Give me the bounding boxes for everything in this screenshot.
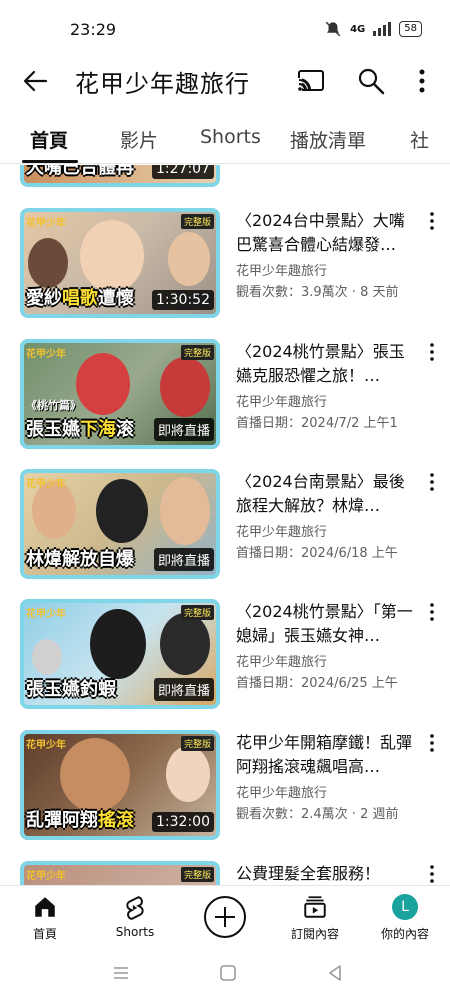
video-title[interactable]: 〈2024台南景點〉最後旅程大解放？林煒… — [236, 470, 414, 518]
battery-icon: 58 — [399, 21, 422, 37]
nav-shorts[interactable]: Shorts — [90, 892, 180, 939]
home-square-icon[interactable] — [219, 964, 237, 982]
video-thumbnail[interactable]: 花甲少年 林煒解放自爆 即將直播 — [20, 469, 220, 579]
video-stats: 觀看次數：3.9萬次 · 8 天前 — [236, 285, 399, 300]
video-title[interactable]: 公費理髮全套服務！ — [236, 862, 414, 885]
video-stats: 首播日期：2024/7/2 上午1 — [236, 416, 398, 431]
active-tab-indicator — [22, 160, 78, 163]
nav-you-label: 你的內容 — [380, 927, 429, 941]
channel-tabs: 首頁 影片 Shorts 播放清單 社 — [0, 118, 450, 164]
video-thumbnail[interactable]: 花甲少年 完整版 乱彈阿翔搖滾 1:32:00 — [20, 730, 220, 840]
bottom-navigation: 首頁 Shorts 訂閱內容 L 你的內容 — [0, 885, 450, 947]
video-feed[interactable]: 大嘴巴合體再 1:27:07 花甲少年 完整版 愛紗唱歌遭懷 1:30:52 〈… — [0, 165, 450, 885]
more-vert-icon[interactable] — [410, 66, 434, 96]
video-stats: 首播日期：2024/6/18 上午 — [236, 546, 398, 561]
back-arrow-icon[interactable] — [20, 66, 50, 96]
video-stats: 首播日期：2024/6/25 上午 — [236, 676, 398, 691]
video-stats: 觀看次數：2.4萬次 · 2 週前 — [236, 807, 399, 822]
video-more-icon[interactable] — [426, 864, 438, 884]
video-channel: 花甲少年趣旅行 — [236, 525, 328, 540]
video-channel: 花甲少年趣旅行 — [236, 786, 328, 801]
tab-videos[interactable]: 影片 — [120, 126, 158, 153]
video-channel: 花甲少年趣旅行 — [236, 395, 328, 410]
app-bar: 花甲少年趣旅行 — [0, 58, 450, 104]
video-meta[interactable]: 花甲少年開箱摩鐵！乱彈阿翔搖滾魂飆唱高… 花甲少年趣旅行 觀看次數：2.4萬次 … — [236, 731, 414, 822]
video-more-icon[interactable] — [426, 472, 438, 492]
back-triangle-icon[interactable] — [326, 964, 344, 982]
tab-community[interactable]: 社 — [410, 126, 429, 153]
video-meta[interactable]: 公費理髮全套服務！ — [236, 862, 414, 885]
shorts-icon — [126, 896, 144, 920]
subscriptions-icon — [304, 896, 326, 918]
network-label: 4G — [350, 23, 366, 35]
tab-home[interactable]: 首頁 — [30, 126, 68, 153]
cast-icon[interactable] — [296, 66, 326, 96]
video-thumbnail[interactable]: 花甲少年 完整版 — [20, 861, 220, 885]
video-thumbnail-partial[interactable]: 大嘴巴合體再 1:27:07 — [20, 165, 220, 187]
nav-you[interactable]: L 你的內容 — [360, 892, 450, 942]
status-time: 23:29 — [70, 20, 117, 39]
nav-subscriptions-label: 訂閱內容 — [290, 927, 339, 941]
video-title[interactable]: 〈2024台中景點〉大嘴巴驚喜合體心結爆發… — [236, 209, 414, 257]
video-meta[interactable]: 〈2024桃竹景點〉張玉嬿克服恐懼之旅！… 花甲少年趣旅行 首播日期：2024/… — [236, 340, 414, 431]
video-more-icon[interactable] — [426, 342, 438, 362]
video-title[interactable]: 〈2024桃竹景點〉張玉嬿克服恐懼之旅！… — [236, 340, 414, 388]
video-thumbnail[interactable]: 花甲少年 完整版 張玉嬿釣蝦 即將直播 — [20, 599, 220, 709]
video-title[interactable]: 〈2024桃竹景點〉「第一媳婦」張玉嬿女神… — [236, 600, 414, 648]
system-nav-bar — [0, 947, 450, 1000]
channel-title: 花甲少年趣旅行 — [75, 70, 250, 98]
nav-home[interactable]: 首頁 — [0, 892, 90, 942]
video-thumbnail[interactable]: 花甲少年 完整版 《桃竹篇》 張玉嬿下海滚 即將直播 — [20, 339, 220, 449]
create-plus-button[interactable] — [204, 896, 246, 938]
video-more-icon[interactable] — [426, 733, 438, 753]
video-meta[interactable]: 〈2024桃竹景點〉「第一媳婦」張玉嬿女神… 花甲少年趣旅行 首播日期：2024… — [236, 600, 414, 691]
video-channel: 花甲少年趣旅行 — [236, 655, 328, 670]
video-thumbnail[interactable]: 花甲少年 完整版 愛紗唱歌遭懷 1:30:52 — [20, 208, 220, 318]
tab-shorts[interactable]: Shorts — [200, 126, 261, 148]
video-meta[interactable]: 〈2024台中景點〉大嘴巴驚喜合體心結爆發… 花甲少年趣旅行 觀看次數：3.9萬… — [236, 209, 414, 300]
video-title[interactable]: 花甲少年開箱摩鐵！乱彈阿翔搖滾魂飆唱高… — [236, 731, 414, 779]
search-icon[interactable] — [356, 66, 386, 96]
recent-apps-icon[interactable] — [112, 964, 130, 982]
nav-subscriptions[interactable]: 訂閱內容 — [270, 892, 360, 942]
video-channel: 花甲少年趣旅行 — [236, 264, 328, 279]
avatar: L — [392, 894, 418, 920]
tab-playlists[interactable]: 播放清單 — [290, 126, 366, 153]
mute-bell-icon — [325, 21, 341, 37]
nav-shorts-label: Shorts — [115, 925, 155, 939]
home-icon — [35, 897, 55, 917]
signal-icon — [373, 22, 392, 36]
status-icons: 4G 58 — [324, 20, 422, 38]
nav-home-label: 首頁 — [32, 927, 57, 941]
video-meta[interactable]: 〈2024台南景點〉最後旅程大解放？林煒… 花甲少年趣旅行 首播日期：2024/… — [236, 470, 414, 561]
status-bar: 23:29 4G 58 — [0, 0, 450, 58]
video-more-icon[interactable] — [426, 211, 438, 231]
video-more-icon[interactable] — [426, 602, 438, 622]
